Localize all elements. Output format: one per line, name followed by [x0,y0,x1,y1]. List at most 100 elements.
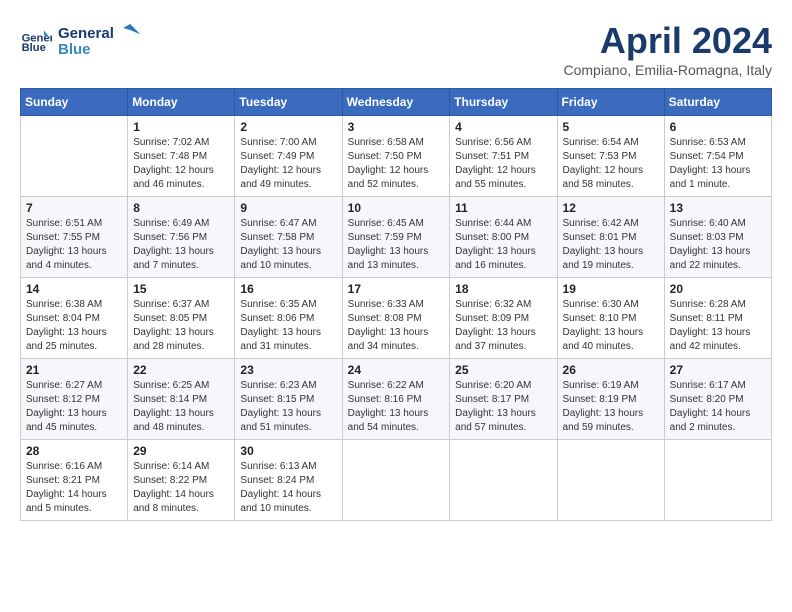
calendar-cell: 10 Sunrise: 6:45 AM Sunset: 7:59 PM Dayli… [342,197,450,278]
calendar-cell: 4 Sunrise: 6:56 AM Sunset: 7:51 PM Daylig… [450,116,557,197]
day-number: 19 [563,282,659,296]
day-number: 12 [563,201,659,215]
calendar-cell: 18 Sunrise: 6:32 AM Sunset: 8:09 PM Dayli… [450,278,557,359]
day-info: Sunrise: 6:16 AM Sunset: 8:21 PM Dayligh… [26,460,122,516]
day-number: 18 [455,282,551,296]
weekday-header-friday: Friday [557,89,664,116]
month-title: April 2024 [563,20,772,62]
day-number: 23 [240,363,336,377]
calendar-cell: 15 Sunrise: 6:37 AM Sunset: 8:05 PM Dayli… [128,278,235,359]
day-info: Sunrise: 6:51 AM Sunset: 7:55 PM Dayligh… [26,217,122,273]
calendar-week-2: 7 Sunrise: 6:51 AM Sunset: 7:55 PM Daylig… [21,197,772,278]
day-info: Sunrise: 6:45 AM Sunset: 7:59 PM Dayligh… [348,217,445,273]
day-info: Sunrise: 7:00 AM Sunset: 7:49 PM Dayligh… [240,136,336,192]
day-number: 13 [670,201,766,215]
calendar-week-1: 1 Sunrise: 7:02 AM Sunset: 7:48 PM Daylig… [21,116,772,197]
calendar-week-3: 14 Sunrise: 6:38 AM Sunset: 8:04 PM Dayli… [21,278,772,359]
logo-bird-icon: General Blue [58,20,148,60]
calendar-cell: 22Sunrise: 6:25 AM Sunset: 8:14 PM Dayli… [128,359,235,440]
day-number: 2 [240,120,336,134]
svg-text:Blue: Blue [22,42,46,54]
day-number: 26 [563,363,659,377]
day-number: 17 [348,282,445,296]
svg-text:General: General [58,25,114,42]
day-info: Sunrise: 6:28 AM Sunset: 8:11 PM Dayligh… [670,298,766,354]
logo-icon: General Blue [20,24,52,56]
calendar-cell: 16Sunrise: 6:35 AM Sunset: 8:06 PM Dayli… [235,278,342,359]
day-number: 21 [26,363,122,377]
day-number: 3 [348,120,445,134]
calendar-cell: 26 Sunrise: 6:19 AM Sunset: 8:19 PM Dayli… [557,359,664,440]
day-number: 22 [133,363,229,377]
day-info: Sunrise: 6:40 AM Sunset: 8:03 PM Dayligh… [670,217,766,273]
day-info: Sunrise: 6:37 AM Sunset: 8:05 PM Dayligh… [133,298,229,354]
day-number: 6 [670,120,766,134]
calendar-cell: 17 Sunrise: 6:33 AM Sunset: 8:08 PM Dayli… [342,278,450,359]
svg-text:Blue: Blue [58,41,91,58]
calendar-cell: 5 Sunrise: 6:54 AM Sunset: 7:53 PM Daylig… [557,116,664,197]
calendar-cell: 28 Sunrise: 6:16 AM Sunset: 8:21 PM Dayli… [21,440,128,521]
day-info: Sunrise: 6:47 AM Sunset: 7:58 PM Dayligh… [240,217,336,273]
weekday-header-tuesday: Tuesday [235,89,342,116]
day-info: Sunrise: 6:33 AM Sunset: 8:08 PM Dayligh… [348,298,445,354]
day-info: Sunrise: 6:30 AM Sunset: 8:10 PM Dayligh… [563,298,659,354]
day-info: Sunrise: 6:20 AM Sunset: 8:17 PM Dayligh… [455,379,551,435]
day-number: 5 [563,120,659,134]
weekday-header-wednesday: Wednesday [342,89,450,116]
day-info: Sunrise: 6:49 AM Sunset: 7:56 PM Dayligh… [133,217,229,273]
title-area: April 2024 Compiano, Emilia-Romagna, Ita… [563,20,772,78]
calendar-cell [450,440,557,521]
calendar-week-5: 28 Sunrise: 6:16 AM Sunset: 8:21 PM Dayli… [21,440,772,521]
day-number: 30 [240,444,336,458]
day-number: 1 [133,120,229,134]
calendar-cell: 23 Sunrise: 6:23 AM Sunset: 8:15 PM Dayli… [235,359,342,440]
day-number: 28 [26,444,122,458]
weekday-header-saturday: Saturday [664,89,771,116]
day-info: Sunrise: 6:17 AM Sunset: 8:20 PM Dayligh… [670,379,766,435]
day-number: 29 [133,444,229,458]
day-number: 10 [348,201,445,215]
day-info: Sunrise: 6:44 AM Sunset: 8:00 PM Dayligh… [455,217,551,273]
calendar-cell: 30 Sunrise: 6:13 AM Sunset: 8:24 PM Dayli… [235,440,342,521]
logo: General Blue General Blue [20,20,148,60]
day-number: 11 [455,201,551,215]
calendar-cell: 24Sunrise: 6:22 AM Sunset: 8:16 PM Dayli… [342,359,450,440]
calendar-cell: 8 Sunrise: 6:49 AM Sunset: 7:56 PM Daylig… [128,197,235,278]
day-number: 16 [240,282,336,296]
day-number: 4 [455,120,551,134]
calendar-cell: 3 Sunrise: 6:58 AM Sunset: 7:50 PM Daylig… [342,116,450,197]
day-number: 20 [670,282,766,296]
calendar-week-4: 21 Sunrise: 6:27 AM Sunset: 8:12 PM Dayli… [21,359,772,440]
day-info: Sunrise: 6:23 AM Sunset: 8:15 PM Dayligh… [240,379,336,435]
weekday-header-sunday: Sunday [21,89,128,116]
day-number: 14 [26,282,122,296]
day-info: Sunrise: 6:22 AM Sunset: 8:16 PM Dayligh… [348,379,445,435]
day-info: Sunrise: 6:54 AM Sunset: 7:53 PM Dayligh… [563,136,659,192]
calendar-cell: 19 Sunrise: 6:30 AM Sunset: 8:10 PM Dayli… [557,278,664,359]
day-info: Sunrise: 6:27 AM Sunset: 8:12 PM Dayligh… [26,379,122,435]
day-number: 27 [670,363,766,377]
day-number: 7 [26,201,122,215]
day-number: 8 [133,201,229,215]
calendar-cell: 9Sunrise: 6:47 AM Sunset: 7:58 PM Daylig… [235,197,342,278]
calendar-cell: 12Sunrise: 6:42 AM Sunset: 8:01 PM Dayli… [557,197,664,278]
calendar-cell: 21 Sunrise: 6:27 AM Sunset: 8:12 PM Dayli… [21,359,128,440]
day-info: Sunrise: 6:13 AM Sunset: 8:24 PM Dayligh… [240,460,336,516]
day-info: Sunrise: 6:32 AM Sunset: 8:09 PM Dayligh… [455,298,551,354]
calendar-cell: 2 Sunrise: 7:00 AM Sunset: 7:49 PM Daylig… [235,116,342,197]
calendar-cell: 11 Sunrise: 6:44 AM Sunset: 8:00 PM Dayli… [450,197,557,278]
weekday-header-monday: Monday [128,89,235,116]
calendar-cell: 7 Sunrise: 6:51 AM Sunset: 7:55 PM Daylig… [21,197,128,278]
day-info: Sunrise: 6:58 AM Sunset: 7:50 PM Dayligh… [348,136,445,192]
day-info: Sunrise: 6:14 AM Sunset: 8:22 PM Dayligh… [133,460,229,516]
day-info: Sunrise: 6:56 AM Sunset: 7:51 PM Dayligh… [455,136,551,192]
calendar-cell [342,440,450,521]
weekday-header-thursday: Thursday [450,89,557,116]
day-info: Sunrise: 6:38 AM Sunset: 8:04 PM Dayligh… [26,298,122,354]
calendar-table: SundayMondayTuesdayWednesdayThursdayFrid… [20,88,772,521]
day-info: Sunrise: 6:19 AM Sunset: 8:19 PM Dayligh… [563,379,659,435]
day-number: 15 [133,282,229,296]
location-subtitle: Compiano, Emilia-Romagna, Italy [563,62,772,78]
calendar-cell: 13 Sunrise: 6:40 AM Sunset: 8:03 PM Dayli… [664,197,771,278]
day-info: Sunrise: 7:02 AM Sunset: 7:48 PM Dayligh… [133,136,229,192]
